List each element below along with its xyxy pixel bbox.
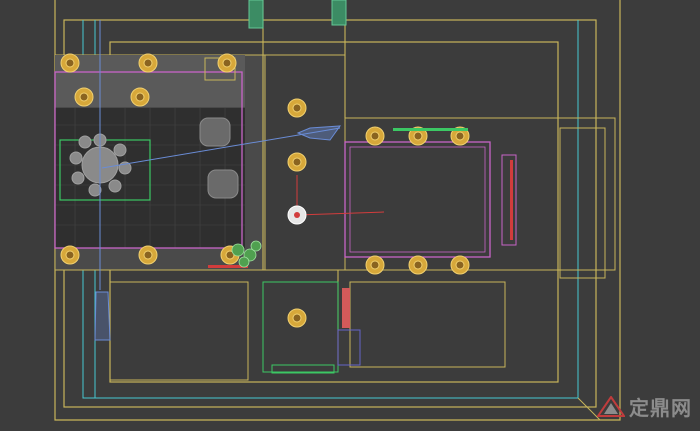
watermark-text: 定鼎网 [629,392,692,421]
watermark: 定鼎网 [597,392,692,421]
drawing-viewport[interactable] [0,0,700,427]
strip-light [393,128,468,131]
dingding-logo-icon [597,396,625,418]
